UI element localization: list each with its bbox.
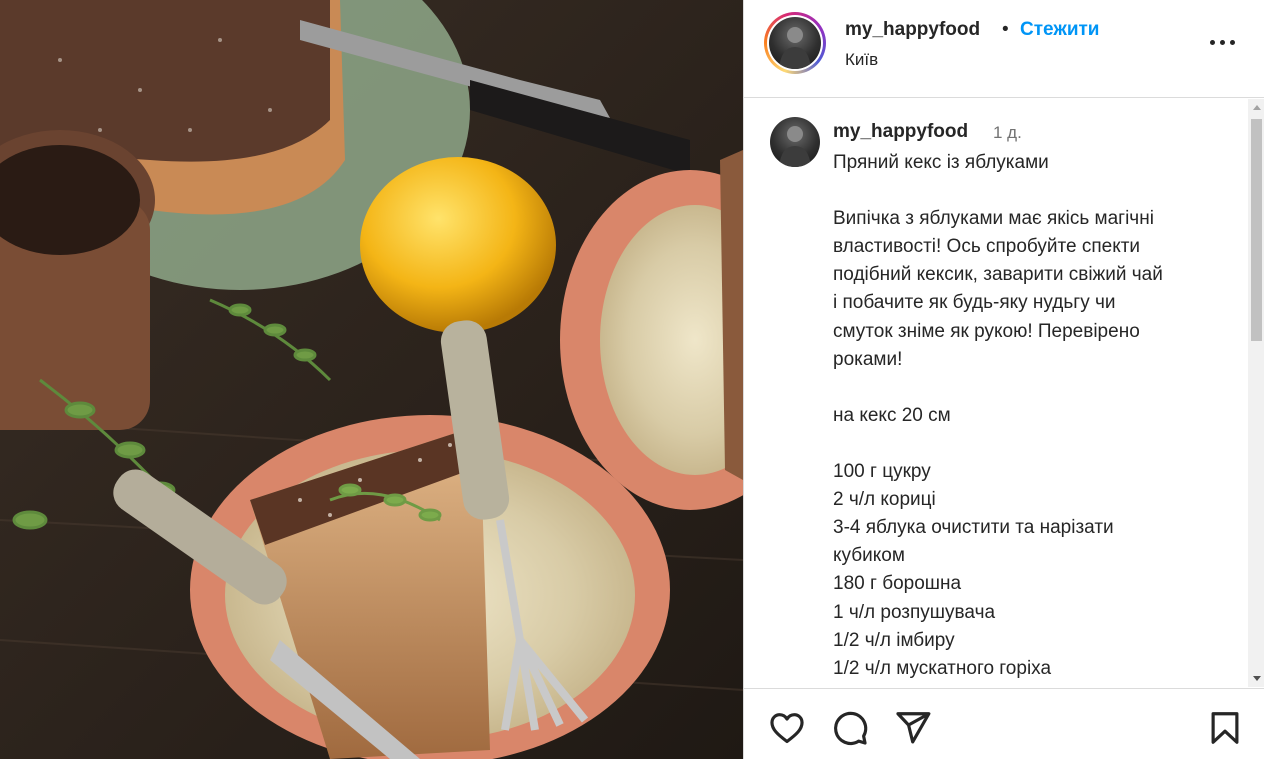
post-header: my_happyfood • Стежити Київ [744, 0, 1264, 98]
caption-line: 1 ч/л розпушувача [833, 601, 996, 623]
caption-line: роками! [833, 348, 903, 370]
caption-avatar[interactable] [770, 117, 820, 167]
caption-line: на кекс 20 см [833, 404, 951, 426]
comments-scrollbar[interactable] [1248, 99, 1264, 687]
bookmark-icon [1211, 712, 1239, 744]
separator-dot: • [1002, 19, 1009, 40]
location-link[interactable]: Київ [845, 50, 878, 70]
header-username[interactable]: my_happyfood [845, 19, 980, 41]
caption-line [833, 374, 1233, 402]
more-dot-icon [1230, 40, 1235, 45]
comment-icon [834, 711, 868, 746]
food-photo-illustration [0, 0, 743, 759]
scrollbar-thumb[interactable] [1251, 119, 1262, 341]
follow-button[interactable]: Стежити [1020, 19, 1099, 41]
caption-line: 1/2 ч/л імбиру [833, 629, 955, 651]
post-photo[interactable] [0, 0, 743, 759]
caption-line: кубиком [833, 545, 905, 567]
more-options-button[interactable] [1206, 30, 1240, 54]
caption-line: подібний кексик, заварити свіжий чай [833, 264, 1163, 286]
comment-button[interactable] [831, 709, 869, 747]
heart-icon [770, 713, 804, 744]
caption-line: Випічка з яблуками має якісь магічні [833, 208, 1154, 230]
caption-line: 3-4 яблука очистити та нарізати [833, 517, 1114, 539]
story-ring[interactable] [764, 12, 826, 74]
like-button[interactable] [768, 709, 806, 747]
caption-line: 180 г борошна [833, 573, 962, 595]
action-bar [744, 688, 1264, 759]
caption-line: 1/2 ч/л мускатного горіха [833, 657, 1052, 679]
person-icon [779, 27, 811, 69]
caption-line [833, 430, 1233, 458]
more-dot-icon [1210, 40, 1215, 45]
caption-username[interactable]: my_happyfood [833, 121, 968, 143]
person-icon [779, 126, 811, 167]
scroll-down-arrow-icon[interactable] [1253, 676, 1261, 681]
caption-line: 100 г цукру [833, 461, 931, 483]
more-dot-icon [1220, 40, 1225, 45]
caption-line: Пряний кекс із яблуками [833, 152, 1049, 173]
caption-line [833, 177, 1233, 205]
comments-section[interactable]: my_happyfood 1 д. Пряний кекс із яблукам… [744, 99, 1248, 687]
scroll-up-arrow-icon[interactable] [1253, 105, 1261, 110]
send-icon [896, 712, 931, 744]
caption-line: смуток зніме як рукою! Перевірено [833, 320, 1140, 342]
caption-line: властивості! Ось спробуйте спекти [833, 236, 1141, 258]
caption-timestamp[interactable]: 1 д. [993, 123, 1022, 143]
caption-text: Пряний кекс із яблуками Випічка з яблука… [833, 149, 1233, 683]
caption-line: 2 ч/л кориці [833, 489, 936, 511]
share-button[interactable] [894, 709, 932, 747]
caption-line: і побачите як будь-яку нудьгу чи [833, 292, 1116, 314]
save-button[interactable] [1206, 709, 1244, 747]
avatar[interactable] [769, 17, 821, 69]
post-side-panel: my_happyfood • Стежити Київ my_happyfood… [743, 0, 1264, 759]
